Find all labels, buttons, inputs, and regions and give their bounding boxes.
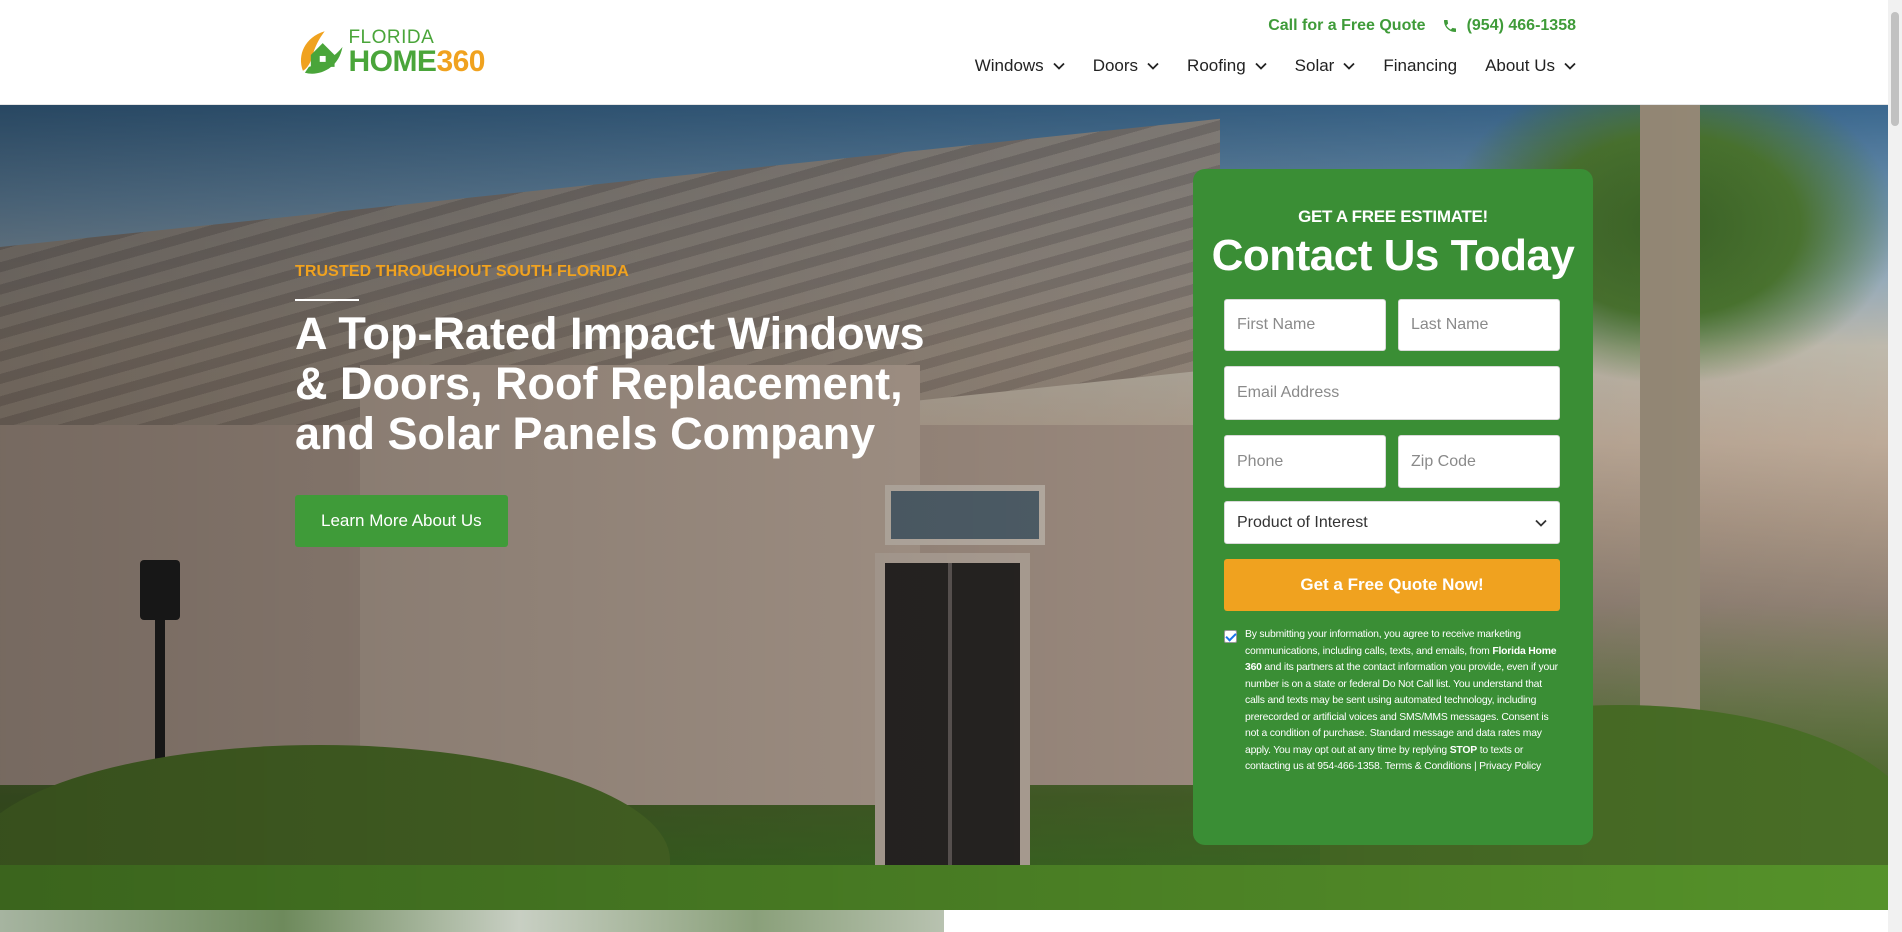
header-topbar: Call for a Free Quote (954) 466-1358 bbox=[1268, 17, 1576, 35]
consent-part-2: and its partners at the contact informat… bbox=[1245, 662, 1558, 756]
consent-block: By submitting your information, you agre… bbox=[1224, 627, 1564, 776]
consent-part-1: By submitting your information, you agre… bbox=[1245, 629, 1521, 657]
form-kicker: GET A FREE ESTIMATE! bbox=[1298, 207, 1488, 226]
phone-input[interactable]: Phone bbox=[1224, 435, 1386, 488]
chevron-down-icon bbox=[1564, 62, 1576, 70]
phone-icon bbox=[1443, 20, 1456, 32]
select-value: Product of Interest bbox=[1237, 513, 1368, 531]
logo-line-2: HOME360 bbox=[348, 44, 485, 78]
phone-link[interactable]: (954) 466-1358 bbox=[1442, 17, 1576, 35]
link-separator: | bbox=[1471, 761, 1480, 772]
nav-label: Roofing bbox=[1187, 56, 1246, 75]
nav-label: About Us bbox=[1485, 56, 1555, 75]
terms-link[interactable]: Terms & Conditions bbox=[1385, 761, 1472, 772]
nav-label: Solar bbox=[1294, 56, 1335, 75]
logo-home: HOME bbox=[348, 44, 437, 78]
headline-line: A Top-Rated Impact Windows bbox=[295, 308, 925, 359]
headline-line: and Solar Panels Company bbox=[295, 408, 876, 459]
nav-windows[interactable]: Windows bbox=[975, 56, 1065, 76]
consent-checkbox[interactable] bbox=[1224, 630, 1237, 643]
site-header: FLORIDA HOME360 Call for a Free Quote (9… bbox=[0, 0, 1888, 105]
call-cta-text: Call for a Free Quote bbox=[1268, 17, 1426, 34]
phone-number: (954) 466-1358 bbox=[1466, 17, 1576, 34]
nav-solar[interactable]: Solar bbox=[1295, 56, 1356, 76]
product-of-interest-select[interactable]: Product of Interest bbox=[1224, 501, 1560, 544]
nav-about-us[interactable]: About Us bbox=[1485, 56, 1576, 76]
get-free-quote-button[interactable]: Get a Free Quote Now! bbox=[1224, 559, 1560, 611]
chevron-down-icon bbox=[1053, 62, 1065, 70]
last-name-input[interactable]: Last Name bbox=[1398, 299, 1560, 351]
logo-360: 360 bbox=[436, 44, 485, 78]
house-leaf-logo-icon bbox=[300, 31, 343, 74]
scrollbar-thumb[interactable] bbox=[1891, 12, 1899, 126]
hero-headline: A Top-Rated Impact Windows & Doors, Roof… bbox=[295, 309, 955, 459]
nav-roofing[interactable]: Roofing bbox=[1187, 56, 1267, 76]
site-logo[interactable]: FLORIDA HOME360 bbox=[295, 24, 485, 80]
chevron-down-icon bbox=[1535, 519, 1547, 527]
nav-label: Financing bbox=[1383, 56, 1458, 75]
headline-line: & Doors, Roof Replacement, bbox=[295, 358, 903, 409]
nav-financing[interactable]: Financing bbox=[1383, 56, 1457, 76]
logo-wordmark: FLORIDA HOME360 bbox=[348, 28, 485, 77]
nav-label: Windows bbox=[974, 56, 1044, 75]
form-title: Contact Us Today bbox=[1211, 231, 1575, 280]
main-nav: Windows Doors Roofing Solar Financing Ab… bbox=[975, 56, 1576, 76]
nav-label: Doors bbox=[1092, 56, 1139, 75]
chevron-down-icon bbox=[1343, 62, 1355, 70]
hero-eyebrow: TRUSTED THROUGHOUT SOUTH FLORIDA bbox=[295, 263, 629, 280]
next-section-image-strip bbox=[0, 910, 944, 932]
contact-form-card: GET A FREE ESTIMATE! Contact Us Today Fi… bbox=[1193, 169, 1593, 845]
first-name-input[interactable]: First Name bbox=[1224, 299, 1386, 351]
consent-stop: STOP bbox=[1449, 744, 1478, 756]
hero-divider bbox=[295, 299, 359, 301]
email-input[interactable]: Email Address bbox=[1224, 366, 1560, 420]
consent-text: By submitting your information, you agre… bbox=[1245, 627, 1564, 776]
zip-code-input[interactable]: Zip Code bbox=[1398, 435, 1560, 488]
privacy-link[interactable]: Privacy Policy bbox=[1479, 761, 1541, 772]
chevron-down-icon bbox=[1255, 62, 1267, 70]
chevron-down-icon bbox=[1147, 62, 1159, 70]
learn-more-button[interactable]: Learn More About Us bbox=[295, 495, 508, 547]
hero-copy: TRUSTED THROUGHOUT SOUTH FLORIDA A Top-R… bbox=[295, 263, 955, 547]
nav-doors[interactable]: Doors bbox=[1093, 56, 1159, 76]
page-scrollbar[interactable] bbox=[1888, 0, 1902, 932]
